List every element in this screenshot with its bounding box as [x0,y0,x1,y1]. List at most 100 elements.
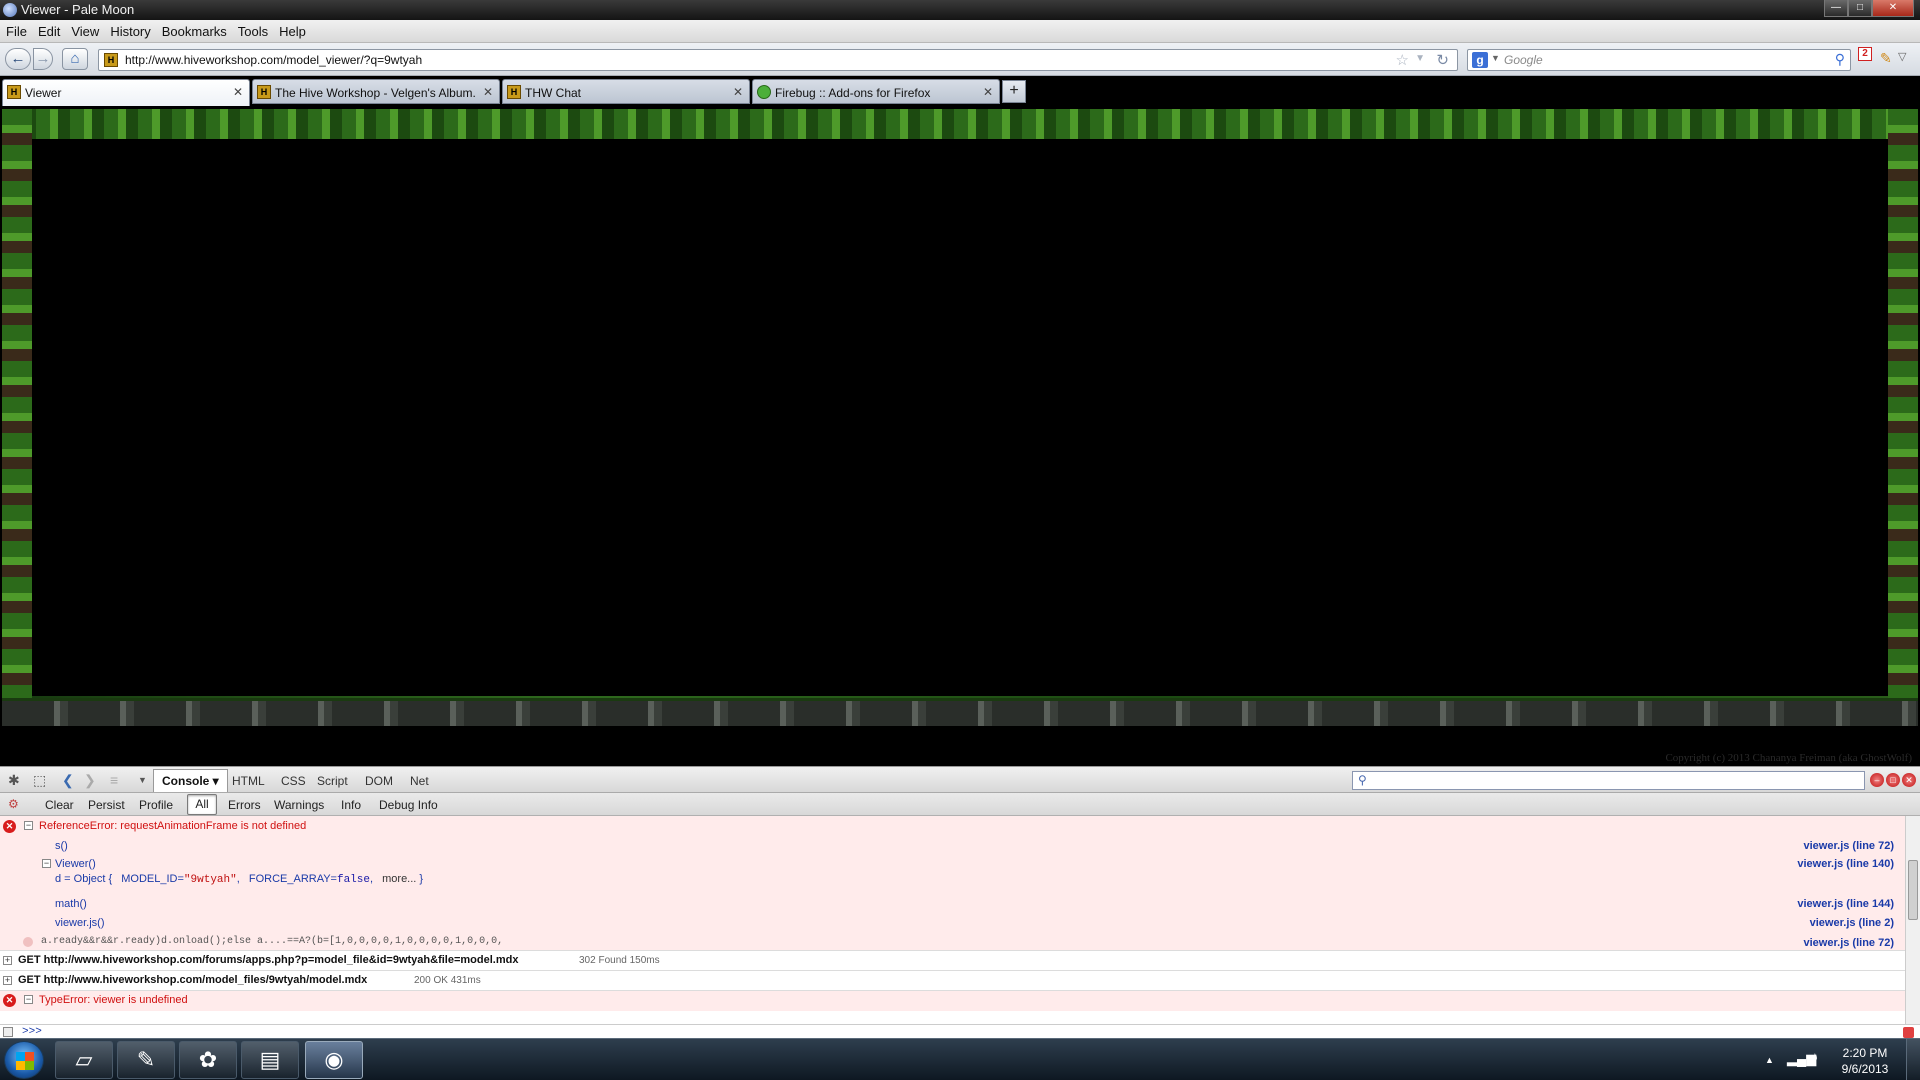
close-tab-icon[interactable]: ✕ [483,85,493,99]
minimize-button[interactable]: — [1824,0,1848,17]
expand-toggle-icon[interactable]: + [3,976,12,985]
source-link[interactable]: viewer.js (line 144) [1797,898,1894,910]
stack-frame[interactable]: math() [55,898,87,910]
toolbar-menu-chevron-icon[interactable]: ▽ [1898,50,1906,63]
command-prompt[interactable]: >>> [22,1026,42,1038]
search-icon[interactable]: ⚲ [1835,51,1845,68]
source-link[interactable]: viewer.js (line 72) [1804,840,1895,852]
menu-view[interactable]: View [71,24,99,39]
tab-firebug-addons[interactable]: Firebug :: Add-ons for Firefox ✕ [752,79,1000,104]
tab-dom[interactable]: DOM [365,774,393,788]
profile-button[interactable]: Profile [139,798,173,812]
firebug-minimize-icon[interactable]: – [1870,773,1884,787]
firebug-search-input[interactable]: ⚲ [1352,771,1865,790]
google-engine-icon[interactable]: g [1472,52,1488,68]
start-button[interactable] [4,1041,44,1079]
inspect-icon[interactable]: ⬚ [33,772,46,789]
filter-errors-button[interactable]: Errors [228,798,261,812]
filter-warnings-button[interactable]: Warnings [274,798,324,812]
source-link[interactable]: viewer.js (line 2) [1810,917,1894,929]
stack-frame[interactable]: Viewer() [55,858,96,870]
breakpoint-icon[interactable] [23,937,33,947]
tab-net[interactable]: Net [410,774,429,788]
expand-toggle-icon[interactable]: + [3,956,12,965]
home-button[interactable]: ⌂ [62,48,88,70]
show-hidden-icons-icon[interactable]: ▲ [1765,1055,1774,1065]
tab-viewer[interactable]: H Viewer ✕ [2,79,250,106]
command-run-icon[interactable] [1903,1027,1914,1038]
bookmark-star-icon[interactable]: ☆ [1396,51,1409,69]
firebug-detach-icon[interactable]: □ [1886,773,1900,787]
previous-icon[interactable]: ❮ [62,772,74,789]
error-message[interactable]: TypeError: viewer is undefined [39,994,188,1006]
search-bar[interactable]: g ▼ Google ⚲ [1467,49,1851,71]
addon-icon[interactable]: ✎ [1880,50,1892,67]
object-inspect-line[interactable]: d = Object { MODEL_ID="9wtyah", FORCE_AR… [55,873,423,886]
close-tab-icon[interactable]: ✕ [233,85,243,99]
maximize-button[interactable]: □ [1848,0,1872,17]
collapse-toggle-icon[interactable]: − [42,859,51,868]
address-bar[interactable]: H http://www.hiveworkshop.com/model_view… [98,49,1458,71]
reload-icon[interactable]: ↻ [1436,51,1449,69]
tab-css[interactable]: CSS [281,774,306,788]
stack-frame[interactable]: viewer.js() [55,917,105,929]
console-options-icon[interactable]: ⚙ [8,797,19,811]
request-url[interactable]: GET http://www.hiveworkshop.com/forums/a… [18,954,518,966]
filter-debug-info-button[interactable]: Debug Info [379,798,438,812]
show-desktop-button[interactable] [1906,1039,1920,1080]
firebug-close-icon[interactable]: ✕ [1902,773,1916,787]
tab-thw-chat[interactable]: H THW Chat ✕ [502,79,750,104]
volume-icon[interactable]: ♪ [1811,1049,1819,1066]
stack-frame[interactable]: s() [55,840,68,852]
url-history-dropdown-icon[interactable]: ▼ [1415,53,1425,64]
menu-file[interactable]: File [6,24,27,39]
persist-button[interactable]: Persist [88,798,125,812]
filter-all-button[interactable]: All [187,794,217,815]
taskbar-explorer[interactable]: ▤ [241,1041,299,1079]
menu-history[interactable]: History [110,24,150,39]
source-link[interactable]: viewer.js (line 72) [1804,937,1895,949]
menu-bookmarks[interactable]: Bookmarks [162,24,227,39]
console-scrollbar[interactable] [1905,816,1920,1024]
back-button[interactable]: ← [5,48,31,70]
scrollbar-thumb[interactable] [1908,860,1918,920]
network-request-row[interactable]: + GET http://www.hiveworkshop.com/model_… [0,971,1905,990]
clear-button[interactable]: Clear [45,798,74,812]
forward-button[interactable]: → [33,48,53,70]
collapse-toggle-icon[interactable]: − [24,821,33,830]
close-window-button[interactable]: ✕ [1872,0,1914,17]
system-clock[interactable]: 2:20 PM 9/6/2013 [1830,1045,1900,1077]
new-tab-button[interactable]: + [1002,80,1026,103]
code-snippet[interactable]: a.ready&&r&&r.ready)d.onload();else a...… [41,936,503,947]
taskbar-app-3[interactable]: ✿ [179,1041,237,1079]
firebug-icon[interactable]: ✱ [8,772,20,789]
taskbar-app-2[interactable]: ✎ [117,1041,175,1079]
filter-info-button[interactable]: Info [341,798,361,812]
object-more-link[interactable]: more... [382,873,416,885]
panel-dropdown-icon[interactable]: ▼ [138,775,147,785]
site-identity-icon[interactable]: H [104,53,118,67]
list-icon[interactable]: ≡ [110,772,118,788]
tab-script[interactable]: Script [317,774,348,788]
search-placeholder[interactable]: Google [1504,53,1543,67]
tab-console[interactable]: Console ▾ [153,769,228,792]
command-editor-toggle-icon[interactable] [3,1027,13,1037]
taskbar-pale-moon[interactable]: ◉ [305,1041,363,1079]
close-tab-icon[interactable]: ✕ [983,85,993,99]
menu-edit[interactable]: Edit [38,24,60,39]
tab-html[interactable]: HTML [232,774,265,788]
error-message[interactable]: ReferenceError: requestAnimationFrame is… [39,820,306,832]
collapse-toggle-icon[interactable]: − [24,995,33,1004]
model-viewer-canvas[interactable] [32,139,1888,696]
engine-dropdown-icon[interactable]: ▼ [1491,53,1500,63]
url-text[interactable]: http://www.hiveworkshop.com/model_viewer… [125,53,422,67]
network-request-row[interactable]: + GET http://www.hiveworkshop.com/forums… [0,951,1905,970]
next-icon[interactable]: ❯ [84,772,96,789]
notification-badge[interactable]: 2 [1858,47,1872,61]
tab-hive-album[interactable]: H The Hive Workshop - Velgen's Album... … [252,79,500,104]
menu-tools[interactable]: Tools [238,24,268,39]
source-link[interactable]: viewer.js (line 140) [1797,858,1894,870]
request-url[interactable]: GET http://www.hiveworkshop.com/model_fi… [18,974,367,986]
taskbar-app-1[interactable]: ▱ [55,1041,113,1079]
close-tab-icon[interactable]: ✕ [733,85,743,99]
